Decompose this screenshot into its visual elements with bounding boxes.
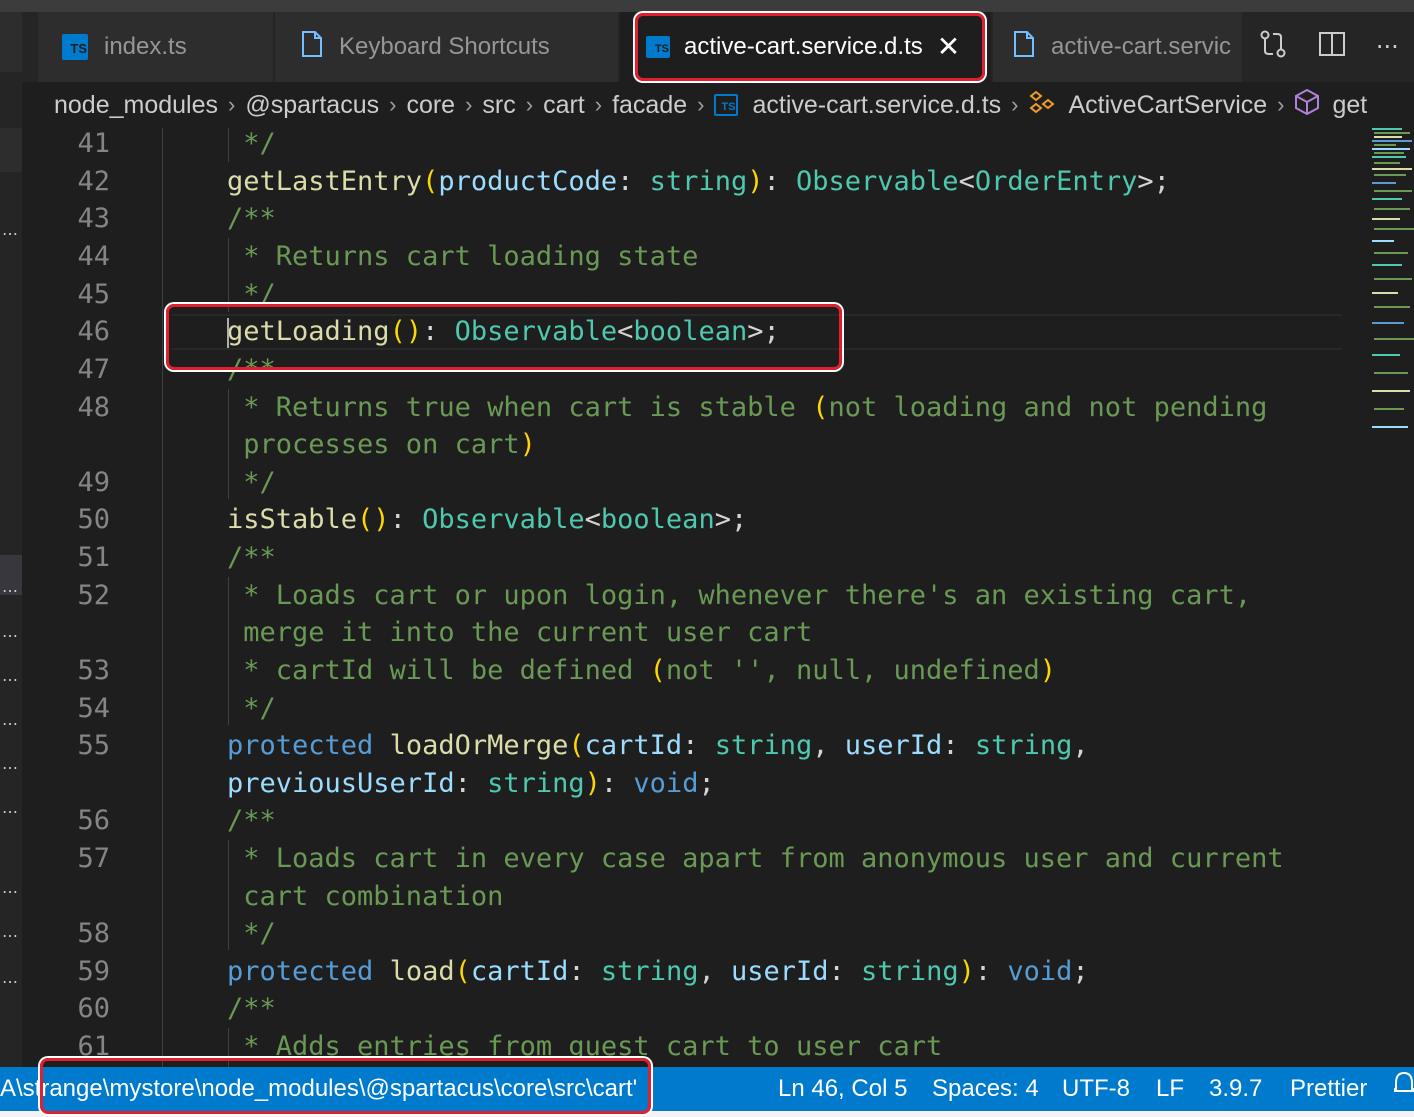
breadcrumb-method[interactable]: get <box>1294 88 1367 123</box>
explorer-panel-edge: … … … … … … … … … … <box>0 12 22 1067</box>
tab-label: Keyboard Shortcuts <box>339 33 550 60</box>
split-editor-icon[interactable] <box>1318 31 1346 63</box>
tab-active-cart-service[interactable]: active-cart.servic <box>993 12 1243 82</box>
code-line: merge it into the current user cart <box>227 617 813 648</box>
method-symbol-icon <box>1294 88 1320 123</box>
compare-changes-icon[interactable] <box>1259 29 1287 65</box>
breadcrumb: node_modules › @spartacus › core › src ›… <box>22 82 1414 128</box>
code-line: */ <box>227 918 276 949</box>
breadcrumb-item[interactable]: facade <box>612 91 687 120</box>
code-line: */ <box>227 693 276 724</box>
code-line: /** <box>227 993 276 1024</box>
close-tab-icon[interactable]: ✕ <box>937 33 960 61</box>
breadcrumb-item[interactable]: src <box>482 91 515 120</box>
breadcrumb-file[interactable]: TS active-cart.service.d.ts <box>714 91 1001 120</box>
code-editor[interactable]: 41 42 43 44 45 46 47 48 49 50 51 52 53 5… <box>22 128 1414 1067</box>
typescript-file-icon: TS <box>62 34 88 60</box>
file-icon <box>1013 30 1035 65</box>
breadcrumb-item: active-cart.service.d.ts <box>752 90 1002 119</box>
code-line: processes on cart) <box>227 429 536 460</box>
chevron-right-icon: › <box>389 92 397 117</box>
typescript-file-icon: TS <box>714 94 739 116</box>
overflow-marker[interactable]: … <box>0 622 22 642</box>
code-line: /** <box>227 203 276 234</box>
file-icon <box>301 30 323 65</box>
tab-label: index.ts <box>104 33 187 60</box>
typescript-version[interactable]: 3.9.7 <box>1209 1067 1262 1111</box>
code-line: * Loads cart in every case apart from an… <box>227 843 1284 874</box>
tab-active-cart-service-d-ts[interactable]: TS active-cart.service.d.ts ✕ <box>620 12 992 82</box>
code-line: getLoading(): Observable<boolean>; <box>227 316 780 347</box>
chevron-right-icon: › <box>1011 92 1019 117</box>
code-line: /** <box>227 542 276 573</box>
more-actions-icon[interactable]: ··· <box>1376 33 1399 61</box>
overflow-marker[interactable]: … <box>0 220 22 240</box>
overflow-marker[interactable]: … <box>0 922 22 942</box>
overflow-marker[interactable]: … <box>0 968 22 988</box>
breadcrumb-item[interactable]: @spartacus <box>245 91 379 120</box>
code-line: */ <box>227 128 276 159</box>
chevron-right-icon: › <box>525 92 534 117</box>
window-bottom-strip <box>0 1111 1414 1117</box>
text-cursor <box>227 318 229 348</box>
code-line: * cartId will be defined (not '', null, … <box>227 655 1057 686</box>
code-line: * Returns cart loading state <box>227 241 699 272</box>
breadcrumb-item: ActiveCartService <box>1068 90 1268 119</box>
code-line: /** <box>227 805 276 836</box>
end-of-line[interactable]: LF <box>1156 1067 1184 1111</box>
breadcrumb-item: get <box>1332 90 1368 119</box>
code-line: * Loads cart or upon login, whenever the… <box>227 580 1252 611</box>
indentation-setting[interactable]: Spaces: 4 <box>932 1067 1039 1111</box>
editor-tab-bar: TS index.ts Keyboard Shortcuts TS active… <box>22 12 1414 82</box>
code-line: /** <box>227 354 276 385</box>
chevron-right-icon: › <box>228 92 236 117</box>
minimap[interactable] <box>1362 128 1414 448</box>
overflow-marker[interactable]: … <box>0 878 22 898</box>
breadcrumb-class[interactable]: ActiveCartService <box>1028 90 1267 121</box>
code-lines: */ getLastEntry(productCode: string): Ob… <box>22 128 1342 1067</box>
cursor-position[interactable]: Ln 46, Col 5 <box>778 1067 907 1111</box>
chevron-right-icon: › <box>594 92 603 117</box>
overflow-marker[interactable]: … <box>0 754 22 774</box>
code-line: * Adds entries from guest cart to user c… <box>227 1031 943 1062</box>
breadcrumb-item[interactable]: node_modules <box>54 91 218 120</box>
file-encoding[interactable]: UTF-8 <box>1062 1067 1130 1111</box>
code-line: isStable(): Observable<boolean>; <box>227 504 748 535</box>
window-top-strip <box>0 0 1414 12</box>
tab-label: active-cart.servic <box>1051 33 1232 60</box>
code-line: previousUserId: string): void; <box>227 768 715 799</box>
code-line: getLastEntry(productCode: string): Obser… <box>227 166 1170 197</box>
overflow-marker[interactable]: … <box>0 577 22 597</box>
tab-keyboard-shortcuts[interactable]: Keyboard Shortcuts <box>275 12 619 82</box>
tab-label: active-cart.service.d.ts <box>684 33 923 60</box>
chevron-right-icon: › <box>697 92 705 117</box>
overflow-marker[interactable]: … <box>0 666 22 686</box>
notifications-bell-icon[interactable] <box>1393 1067 1414 1111</box>
breadcrumb-item[interactable]: cart <box>543 91 585 120</box>
tab-index-ts[interactable]: TS index.ts <box>38 12 274 82</box>
formatter-status[interactable]: Prettier <box>1290 1067 1367 1111</box>
code-line: cart combination <box>227 881 504 912</box>
status-file-path[interactable]: A\strange\mystore\node_modules\@spartacu… <box>0 1067 640 1111</box>
chevron-right-icon: › <box>465 92 473 117</box>
code-line: */ <box>227 279 276 310</box>
status-bar: A\strange\mystore\node_modules\@spartacu… <box>0 1067 1414 1111</box>
code-line: */ <box>227 467 276 498</box>
class-symbol-icon <box>1028 90 1056 121</box>
overflow-marker[interactable]: … <box>0 798 22 818</box>
breadcrumb-item[interactable]: core <box>406 91 455 120</box>
code-line: protected load(cartId: string, userId: s… <box>227 956 1089 987</box>
code-line: protected loadOrMerge(cartId: string, us… <box>227 730 1089 761</box>
typescript-file-icon: TS <box>646 36 670 58</box>
code-line: * Returns true when cart is stable (not … <box>227 392 1268 423</box>
chevron-right-icon: › <box>1277 92 1285 117</box>
overflow-marker[interactable]: … <box>0 710 22 730</box>
editor-actions: ··· <box>1244 12 1414 82</box>
